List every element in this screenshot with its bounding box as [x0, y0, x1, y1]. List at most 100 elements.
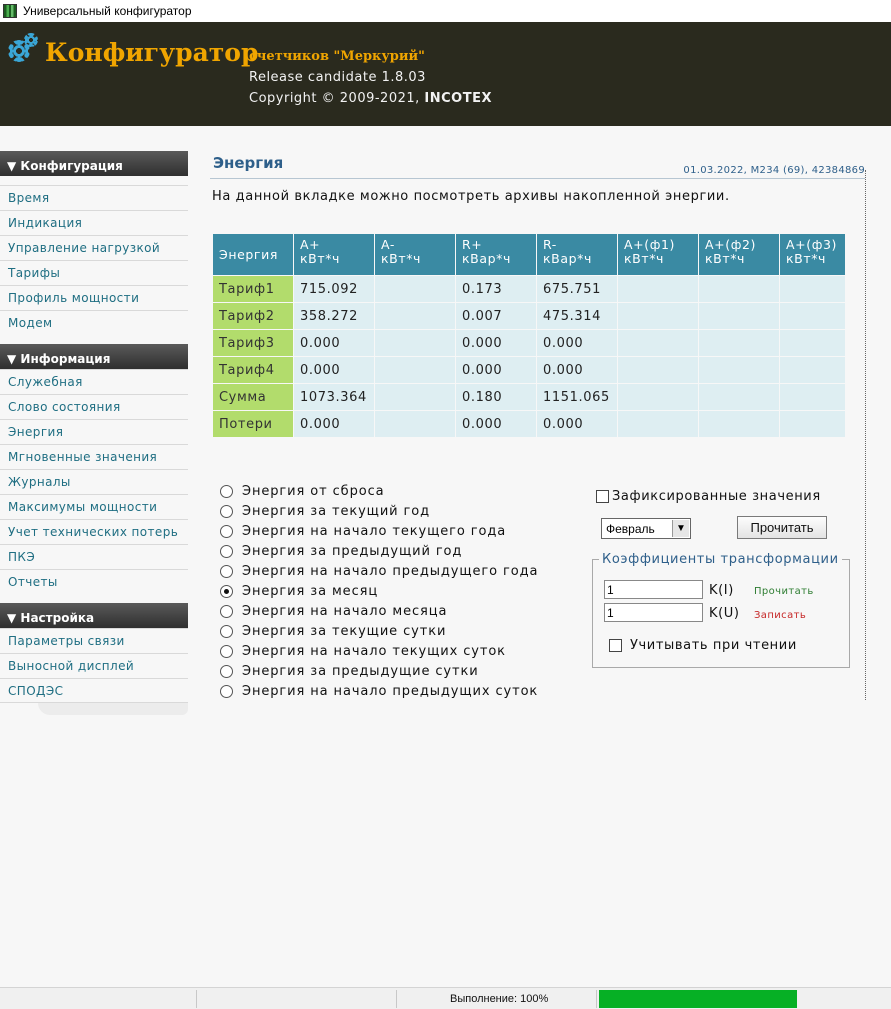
status-bar: Выполнение: 100%	[0, 987, 891, 1009]
column-unit: кВар*ч	[462, 251, 511, 266]
column-unit: кВар*ч	[543, 251, 592, 266]
radio-button[interactable]	[220, 624, 233, 638]
table-cell: 715.092	[294, 276, 374, 302]
radio-option[interactable]: Энергия на начало предыдущих суток	[220, 681, 538, 701]
table-row: Сумма 1073.364 0.180 1151.065	[213, 384, 845, 410]
sidebar-section-header[interactable]: ▼ Настройка	[0, 603, 188, 628]
radio-option[interactable]: Энергия на начало месяца	[220, 601, 538, 621]
ku-input[interactable]	[604, 603, 703, 622]
radio-option[interactable]: Энергия на начало текущих суток	[220, 641, 538, 661]
radio-button[interactable]	[220, 584, 233, 598]
chevron-down-icon[interactable]: ▼	[672, 520, 689, 537]
table-cell	[375, 357, 455, 383]
sidebar-item[interactable]: Слово состояния	[0, 394, 188, 419]
table-cell	[699, 357, 779, 383]
table-header-cell: A+(ф2) кВт*ч	[699, 234, 779, 275]
column-name: A+(ф1)	[624, 237, 676, 252]
column-name: A-	[381, 237, 395, 252]
sidebar-item[interactable]: Энергия	[0, 419, 188, 444]
row-label: Тариф2	[213, 303, 293, 329]
radio-button[interactable]	[220, 524, 233, 538]
column-unit: кВт*ч	[381, 251, 422, 266]
read-button[interactable]: Прочитать	[737, 516, 827, 539]
ki-input[interactable]	[604, 580, 703, 599]
sidebar-item[interactable]: Мгновенные значения	[0, 444, 188, 469]
table-cell	[375, 411, 455, 437]
sidebar-item[interactable]: Журналы	[0, 469, 188, 494]
radio-option[interactable]: Энергия на начало предыдущего года	[220, 561, 538, 581]
radio-label: Энергия на начало предыдущего года	[242, 563, 539, 579]
sidebar-item[interactable]: СПОДЭС	[0, 678, 188, 703]
radio-button[interactable]	[220, 544, 233, 558]
sidebar-section-header[interactable]: ▼ Информация	[0, 344, 188, 369]
fixed-values-option[interactable]: Зафиксированные значения	[596, 489, 821, 504]
table-cell	[699, 384, 779, 410]
table-cell: 0.000	[537, 411, 617, 437]
table-cell	[780, 330, 845, 356]
radio-button[interactable]	[220, 484, 233, 498]
radio-button[interactable]	[220, 664, 233, 678]
column-unit: кВт*ч	[705, 251, 746, 266]
sidebar-item[interactable]: Модем	[0, 310, 188, 335]
apply-on-read-option[interactable]: Учитывать при чтении	[609, 638, 797, 653]
row-label: Тариф1	[213, 276, 293, 302]
radio-option[interactable]: Энергия за предыдущие сутки	[220, 661, 538, 681]
apply-on-read-label: Учитывать при чтении	[630, 638, 797, 653]
sidebar-item[interactable]: ПКЭ	[0, 544, 188, 569]
energy-period-options: Энергия от сброса Энергия за текущий год Э…	[220, 481, 538, 701]
table-cell	[780, 357, 845, 383]
table-cell	[780, 384, 845, 410]
radio-button[interactable]	[220, 564, 233, 578]
sidebar-section-header[interactable]: ▼ Конфигурация	[0, 151, 188, 176]
radio-label: Энергия на начало месяца	[242, 603, 448, 619]
table-cell: 0.000	[456, 330, 536, 356]
radio-label: Энергия на начало текущих суток	[242, 643, 506, 659]
sidebar-item[interactable]: Время	[0, 185, 188, 210]
month-select[interactable]: Февраль ▼	[601, 518, 691, 539]
radio-option[interactable]: Энергия за месяц	[220, 581, 538, 601]
radio-button[interactable]	[220, 604, 233, 618]
sidebar-item[interactable]: Отчеты	[0, 569, 188, 594]
radio-label: Энергия за текущий год	[242, 503, 431, 519]
sidebar-item[interactable]: Тарифы	[0, 260, 188, 285]
energy-table: Энергия A+ кВт*ч A-кВт*ч R+ кВар*ч R-кВар*ч A+(…	[212, 233, 846, 438]
sidebar-item[interactable]: Учет технических потерь	[0, 519, 188, 544]
radio-option[interactable]: Энергия за текущие сутки	[220, 621, 538, 641]
table-cell: 0.000	[537, 357, 617, 383]
sidebar-item[interactable]: Максимумы мощности	[0, 494, 188, 519]
sidebar: ▼ Конфигурация Время Индикация Управление н…	[0, 151, 188, 715]
radio-label: Энергия на начало предыдущих суток	[242, 683, 539, 699]
table-cell	[699, 411, 779, 437]
table-row: Потери 0.000 0.000 0.000	[213, 411, 845, 437]
radio-option[interactable]: Энергия за текущий год	[220, 501, 538, 521]
radio-button[interactable]	[220, 644, 233, 658]
table-cell	[618, 276, 698, 302]
table-header-cell: A-кВт*ч	[375, 234, 455, 275]
radio-button[interactable]	[220, 684, 233, 698]
sidebar-item[interactable]: Выносной дисплей	[0, 653, 188, 678]
radio-option[interactable]: Энергия от сброса	[220, 481, 538, 501]
sidebar-gap	[0, 594, 188, 603]
row-label: Потери	[213, 411, 293, 437]
fixed-values-checkbox[interactable]	[596, 490, 609, 503]
radio-button[interactable]	[220, 504, 233, 518]
sidebar-item[interactable]: Служебная	[0, 369, 188, 394]
table-cell: 358.272	[294, 303, 374, 329]
coefficients-write-link[interactable]: Записать	[754, 610, 806, 621]
coefficients-read-link[interactable]: Прочитать	[754, 586, 814, 597]
sidebar-item[interactable]: Управление нагрузкой	[0, 235, 188, 260]
sidebar-item[interactable]: Профиль мощности	[0, 285, 188, 310]
table-cell: 0.173	[456, 276, 536, 302]
column-unit: кВт*ч	[786, 251, 827, 266]
radio-option[interactable]: Энергия на начало текущего года	[220, 521, 538, 541]
sidebar-item[interactable]: Индикация	[0, 210, 188, 235]
radio-label: Энергия за предыдущий год	[242, 543, 463, 559]
progress-bar	[599, 990, 797, 1008]
apply-on-read-checkbox[interactable]	[609, 639, 622, 652]
table-cell	[699, 330, 779, 356]
sidebar-item[interactable]: Параметры связи	[0, 628, 188, 653]
radio-option[interactable]: Энергия за предыдущий год	[220, 541, 538, 561]
table-cell: 1073.364	[294, 384, 374, 410]
table-cell: 0.000	[294, 357, 374, 383]
table-cell	[618, 384, 698, 410]
